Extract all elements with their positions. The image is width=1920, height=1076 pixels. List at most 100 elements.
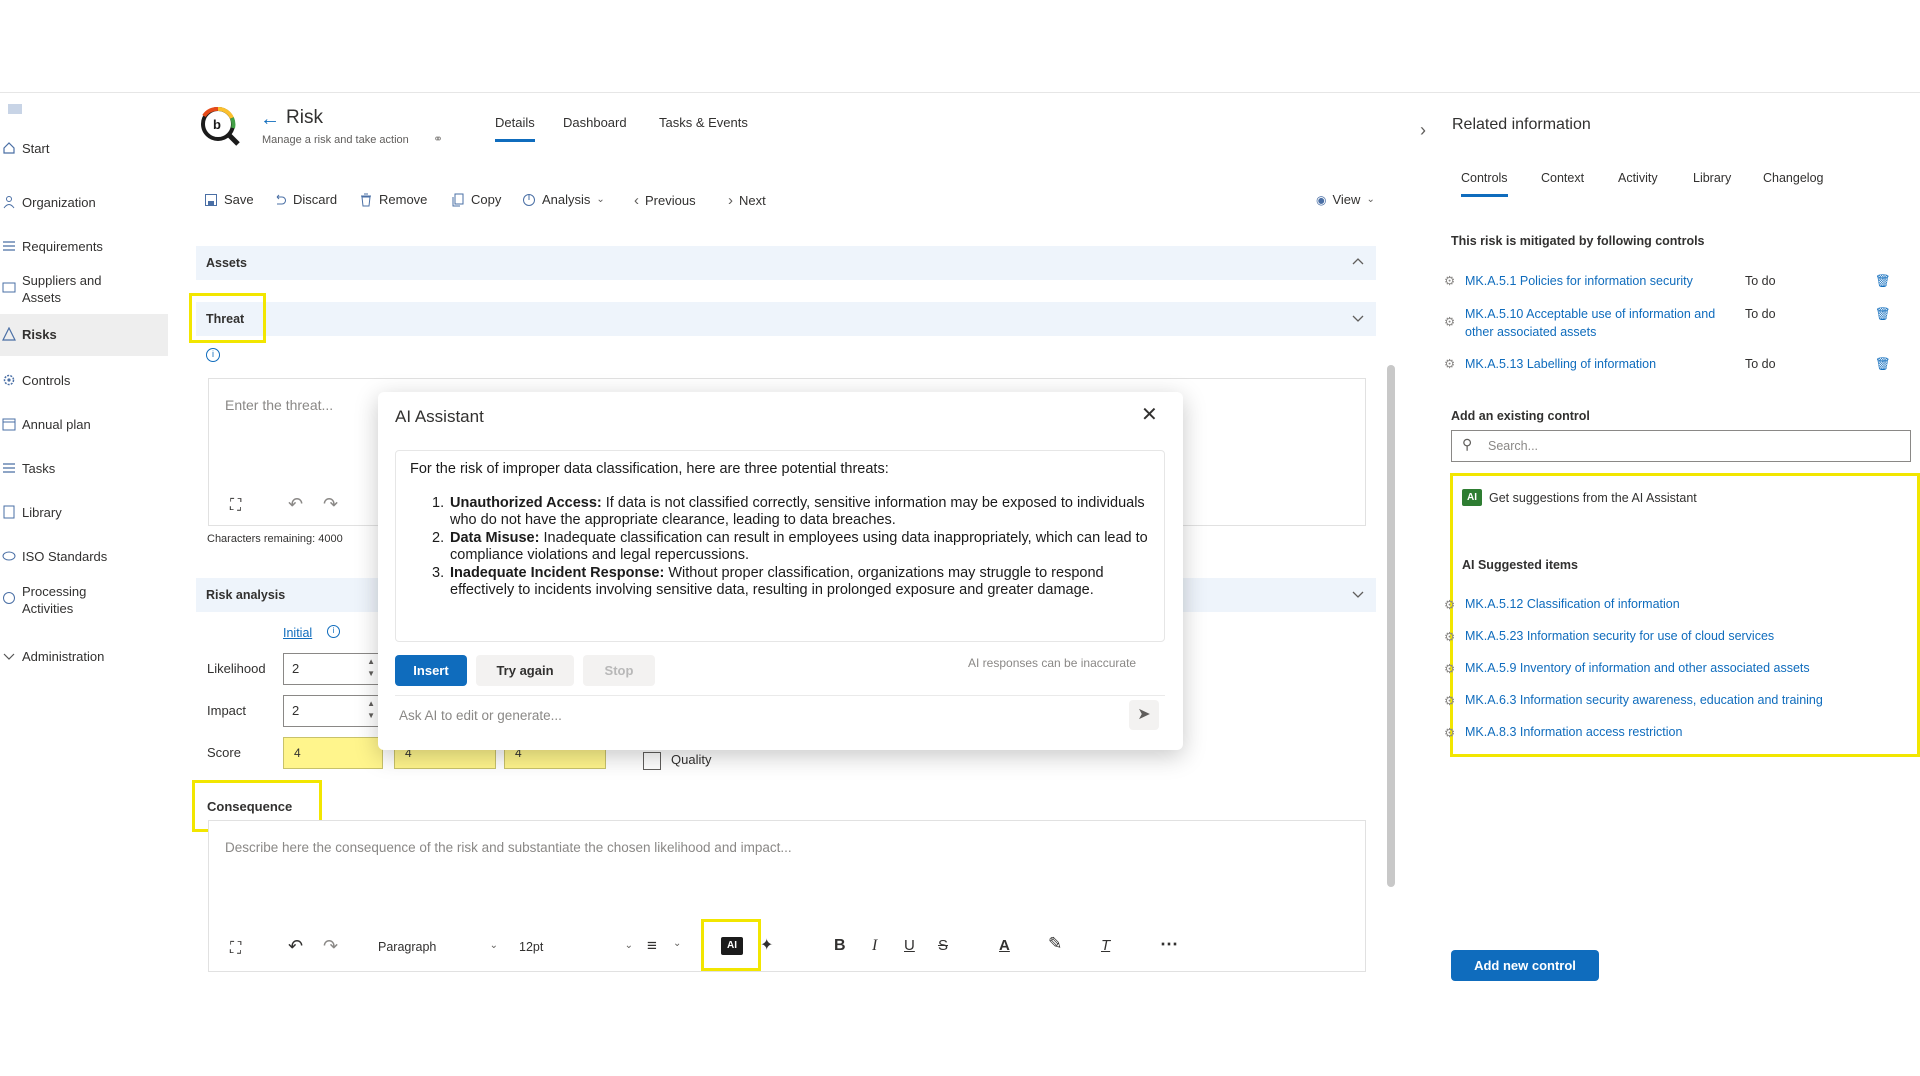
sidebar-item-iso[interactable]: ISO Standards	[0, 548, 168, 568]
save-button[interactable]: Save	[204, 192, 254, 207]
magic-wand-icon[interactable]: ✦	[760, 935, 773, 955]
tasks-icon	[3, 463, 15, 473]
impact-input[interactable]: 2 ▲ ▼	[283, 695, 379, 727]
control-link[interactable]: MK.A.5.1 Policies for information securi…	[1465, 272, 1735, 290]
ai-suggest-link[interactable]: Get suggestions from the AI Assistant	[1489, 491, 1697, 505]
chevron-up-icon[interactable]	[1352, 256, 1364, 268]
back-arrow-icon[interactable]: ←	[260, 108, 280, 131]
tab-library[interactable]: Library	[1693, 171, 1731, 185]
initial-link[interactable]: Initial	[283, 626, 312, 640]
tab-details[interactable]: Details	[495, 115, 535, 142]
assets-section[interactable]: Assets	[196, 246, 1376, 280]
tab-controls[interactable]: Controls	[1461, 171, 1508, 197]
copy-button[interactable]: Copy	[451, 192, 501, 207]
ai-disclaimer: AI responses can be inaccurate	[968, 656, 1137, 670]
gear-icon: ⚙	[1444, 693, 1456, 708]
stop-button[interactable]: Stop	[583, 655, 655, 686]
info-icon[interactable]: i	[327, 625, 340, 638]
consequence-placeholder: Describe here the consequence of the ris…	[225, 840, 792, 855]
stepper-icon[interactable]: ▲ ▼	[367, 698, 375, 722]
sidebar-item-requirements[interactable]: Requirements	[0, 238, 168, 258]
trash-icon[interactable]: 🗑	[1875, 272, 1891, 290]
remove-button[interactable]: Remove	[359, 192, 427, 207]
highlight-color-icon[interactable]: ✎	[1048, 934, 1062, 954]
add-new-control-button[interactable]: Add new control	[1451, 950, 1599, 981]
tab-tasks-events[interactable]: Tasks & Events	[659, 115, 748, 130]
analysis-button[interactable]: Analysis ⌄	[522, 192, 605, 207]
tab-dashboard[interactable]: Dashboard	[563, 115, 627, 130]
likelihood-input[interactable]: 2 ▲ ▼	[283, 653, 379, 685]
close-icon[interactable]: ✕	[1141, 402, 1158, 427]
suggested-item[interactable]: ⚙ MK.A.5.12 Classification of informatio…	[1444, 597, 1680, 612]
underline-icon[interactable]: U	[904, 937, 915, 954]
sidebar-item-processing[interactable]: Processing Activities	[0, 583, 168, 623]
clear-format-icon[interactable]: T	[1101, 937, 1110, 954]
trash-icon[interactable]: 🗑	[1875, 355, 1891, 373]
app-menu-icon[interactable]	[8, 104, 22, 114]
link-icon[interactable]: ⚭	[433, 132, 443, 146]
collapse-panel-icon[interactable]: ›	[1420, 120, 1426, 141]
tab-context[interactable]: Context	[1541, 171, 1584, 185]
control-link[interactable]: MK.A.5.13 Labelling of information	[1465, 355, 1735, 373]
suppliers-icon	[2, 282, 16, 293]
italic-icon[interactable]: I	[872, 937, 877, 955]
chevron-down-icon[interactable]	[1352, 588, 1364, 600]
info-icon[interactable]: i	[206, 348, 220, 362]
sidebar-item-library[interactable]: Library	[0, 504, 168, 524]
control-link[interactable]: MK.A.5.10 Acceptable use of information …	[1465, 305, 1735, 341]
next-button[interactable]: › Next	[728, 192, 766, 209]
sidebar-item-suppliers[interactable]: Suppliers and Assets	[0, 272, 168, 312]
discard-button[interactable]: Discard	[273, 192, 337, 207]
sidebar-item-risks[interactable]: Risks	[0, 314, 168, 356]
undo-icon[interactable]: ↶	[288, 494, 303, 515]
sidebar-item-annual-plan[interactable]: Annual plan	[0, 416, 168, 436]
text-color-icon[interactable]: A	[999, 937, 1010, 954]
view-button[interactable]: ◉ View ⌄	[1316, 192, 1375, 207]
redo-icon[interactable]: ↷	[323, 936, 338, 957]
strikethrough-icon[interactable]: S	[938, 937, 948, 954]
iso-icon	[2, 551, 16, 561]
format-select[interactable]: Paragraph ⌄	[378, 940, 502, 954]
line-height-icon[interactable]: ≡	[647, 936, 657, 956]
chevron-down-icon[interactable]	[1352, 312, 1364, 324]
sidebar-item-label: Processing Activities	[22, 584, 87, 616]
suggested-item[interactable]: ⚙ MK.A.8.3 Information access restrictio…	[1444, 725, 1682, 740]
tab-activity[interactable]: Activity	[1618, 171, 1658, 185]
suggested-item[interactable]: ⚙ MK.A.5.23 Information security for use…	[1444, 629, 1774, 644]
trash-icon[interactable]: 🗑	[1875, 305, 1891, 341]
fullscreen-icon[interactable]: ⛶	[230, 497, 241, 515]
quality-checkbox[interactable]	[643, 752, 661, 770]
scrollbar[interactable]	[1387, 365, 1395, 887]
chevron-down-icon: ⌄	[624, 940, 633, 951]
chevron-down-icon[interactable]: ⌄	[673, 938, 681, 949]
stepper-icon[interactable]: ▲ ▼	[367, 656, 375, 680]
more-icon[interactable]: ⋯	[1160, 934, 1178, 955]
sidebar-item-controls[interactable]: Controls	[0, 372, 168, 392]
insert-button[interactable]: Insert	[395, 655, 467, 686]
search-field[interactable]: ⚲ Search...	[1451, 430, 1911, 462]
suggested-item[interactable]: ⚙ MK.A.5.9 Inventory of information and …	[1444, 661, 1810, 676]
sidebar-item-label: Controls	[22, 373, 71, 388]
bold-icon[interactable]: B	[834, 937, 846, 955]
tab-changelog[interactable]: Changelog	[1763, 171, 1823, 185]
ask-ai-input[interactable]: Ask AI to edit or generate... ➤	[395, 695, 1165, 733]
sidebar-item-administration[interactable]: Administration	[0, 648, 168, 668]
sidebar-item-label: Administration	[22, 649, 105, 664]
sidebar-item-organization[interactable]: Organization	[0, 194, 168, 214]
send-icon[interactable]: ➤	[1129, 700, 1159, 730]
list-icon	[3, 241, 15, 251]
sidebar-item-tasks[interactable]: Tasks	[0, 460, 168, 480]
sidebar-item-start[interactable]: Start	[0, 140, 168, 160]
gear-icon: ⚙	[1444, 597, 1456, 612]
threat-section[interactable]: Threat	[196, 302, 1376, 336]
undo-icon[interactable]: ↶	[288, 936, 303, 957]
calendar-icon	[2, 418, 16, 431]
try-again-button[interactable]: Try again	[476, 655, 574, 686]
fullscreen-icon[interactable]: ⛶	[230, 940, 241, 958]
redo-icon[interactable]: ↷	[323, 494, 338, 515]
previous-button[interactable]: ‹ Previous	[634, 192, 696, 209]
font-size-select[interactable]: 12pt ⌄	[519, 940, 637, 954]
sidebar-item-label: Organization	[22, 195, 96, 210]
ai-button[interactable]: AI	[721, 937, 743, 955]
suggested-item[interactable]: ⚙ MK.A.6.3 Information security awarenes…	[1444, 693, 1823, 708]
